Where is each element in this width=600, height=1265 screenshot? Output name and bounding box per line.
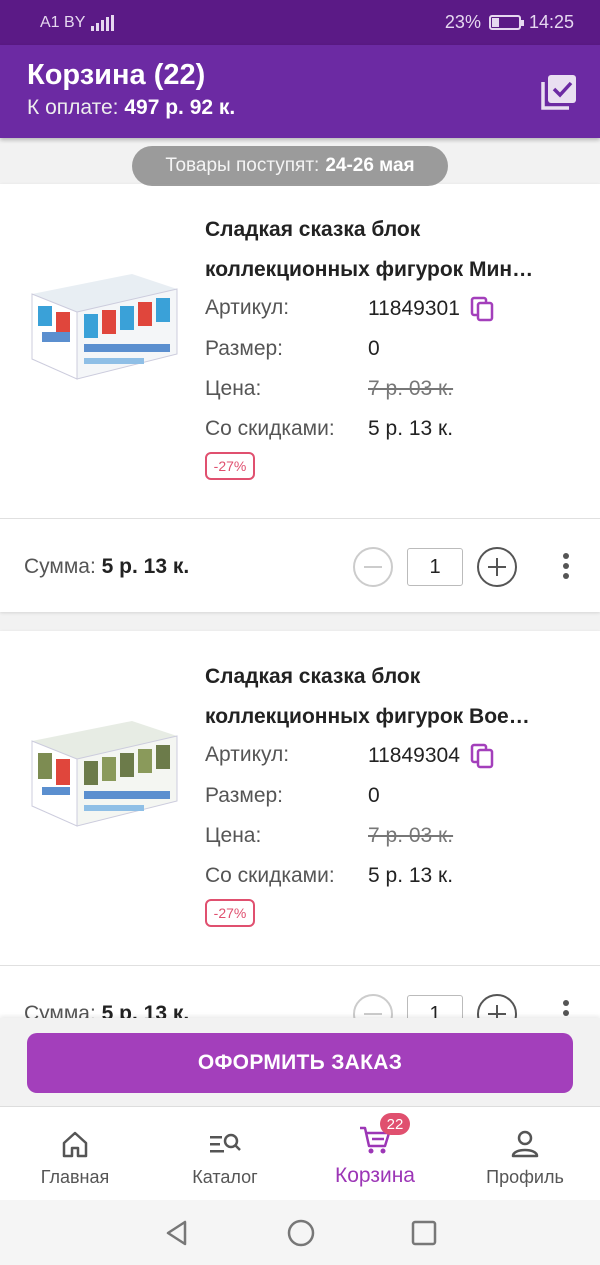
system-nav-bar: [0, 1200, 600, 1265]
divider: [0, 965, 600, 966]
payment-summary: К оплате: 497 р. 92 к.: [27, 96, 573, 120]
quantity-field[interactable]: 1: [407, 548, 463, 586]
product-image[interactable]: [22, 254, 182, 384]
old-price: 7 р. 03 к.: [368, 377, 454, 400]
discount-price: 5 р. 13 к.: [368, 417, 454, 440]
old-price: 7 р. 03 к.: [368, 824, 454, 847]
price-row: Цена: 7 р. 03 к.: [205, 824, 454, 847]
back-icon[interactable]: [163, 1219, 191, 1247]
clock: 14:25: [528, 12, 574, 32]
nav-profile-label: Профиль: [486, 1167, 564, 1187]
battery-percent: 23%: [444, 12, 481, 32]
cart-item: Сладкая сказка блок коллекционных фигуро…: [0, 184, 600, 612]
copy-icon[interactable]: [470, 743, 494, 769]
profile-icon: [511, 1130, 539, 1158]
price-row: Цена: 7 р. 03 к.: [205, 377, 454, 400]
increase-quantity-button[interactable]: [477, 994, 517, 1018]
size-value: 0: [368, 337, 380, 360]
article-value: 11849304: [368, 744, 460, 767]
decrease-quantity-button[interactable]: [353, 994, 393, 1018]
delivery-banner: Товары поступят: 24-26 мая: [132, 146, 448, 186]
increase-quantity-button[interactable]: [477, 547, 517, 587]
payment-amount: 497 р. 92 к.: [124, 96, 236, 119]
nav-home-label: Главная: [40, 1167, 110, 1187]
article-row: Артикул: 11849304: [205, 743, 494, 769]
cart-count-badge: 22: [380, 1113, 410, 1135]
app-bar: Корзина (22) К оплате: 497 р. 92 к.: [0, 45, 600, 138]
checkout-button[interactable]: ОФОРМИТЬ ЗАКАЗ: [27, 1033, 573, 1093]
discount-price: 5 р. 13 к.: [368, 864, 454, 887]
decrease-quantity-button[interactable]: [353, 547, 393, 587]
bottom-nav: Главная Каталог 22 Корзина Профиль: [0, 1106, 600, 1200]
item-sum: Сумма: 5 р. 13 к.: [24, 555, 190, 578]
nav-cart[interactable]: 22 Корзина: [300, 1107, 450, 1200]
discount-badge: -27%: [205, 899, 255, 927]
more-options-icon[interactable]: [561, 553, 571, 583]
delivery-dates: 24-26 мая: [325, 155, 415, 176]
signal-icon: [91, 14, 115, 31]
home-button-icon[interactable]: [286, 1218, 316, 1248]
nav-profile[interactable]: Профиль: [450, 1107, 600, 1200]
home-icon: [62, 1131, 88, 1158]
catalog-search-icon: [210, 1133, 241, 1153]
cart-item: Сладкая сказка блок коллекционных фигуро…: [0, 631, 600, 1018]
discount-price-row: Со скидками: 5 р. 13 к.: [205, 417, 454, 440]
checkout-bar: ОФОРМИТЬ ЗАКАЗ: [0, 1018, 600, 1106]
cart-list[interactable]: Товары поступят: 24-26 мая Сладкая сказк…: [0, 138, 600, 1018]
nav-catalog[interactable]: Каталог: [150, 1107, 300, 1200]
size-row: Размер: 0: [205, 784, 380, 807]
delivery-label: Товары поступят:: [165, 155, 320, 176]
nav-catalog-label: Каталог: [192, 1167, 258, 1187]
battery-icon: [488, 15, 524, 30]
size-row: Размер: 0: [205, 337, 380, 360]
discount-price-row: Со скидками: 5 р. 13 к.: [205, 864, 454, 887]
quantity-field[interactable]: 1: [407, 995, 463, 1018]
page-title: Корзина (22): [27, 59, 206, 91]
nav-home[interactable]: Главная: [0, 1107, 150, 1200]
copy-icon[interactable]: [470, 296, 494, 322]
more-options-icon[interactable]: [561, 1000, 571, 1018]
divider: [0, 518, 600, 519]
recents-icon[interactable]: [411, 1220, 437, 1246]
carrier-label: A1 BY: [40, 13, 86, 31]
product-name[interactable]: Сладкая сказка блок коллекционных фигуро…: [205, 210, 575, 290]
article-row: Артикул: 11849301: [205, 296, 494, 322]
product-name[interactable]: Сладкая сказка блок коллекционных фигуро…: [205, 657, 575, 737]
check-list-icon[interactable]: [540, 73, 578, 111]
item-sum: Сумма: 5 р. 13 к.: [24, 1002, 190, 1018]
payment-label: К оплате:: [27, 96, 119, 119]
status-bar: A1 BY 23% 14:25: [0, 0, 600, 45]
article-value: 11849301: [368, 297, 460, 320]
nav-cart-label: Корзина: [335, 1164, 415, 1187]
product-image[interactable]: [22, 701, 182, 831]
size-value: 0: [368, 784, 380, 807]
discount-badge: -27%: [205, 452, 255, 480]
